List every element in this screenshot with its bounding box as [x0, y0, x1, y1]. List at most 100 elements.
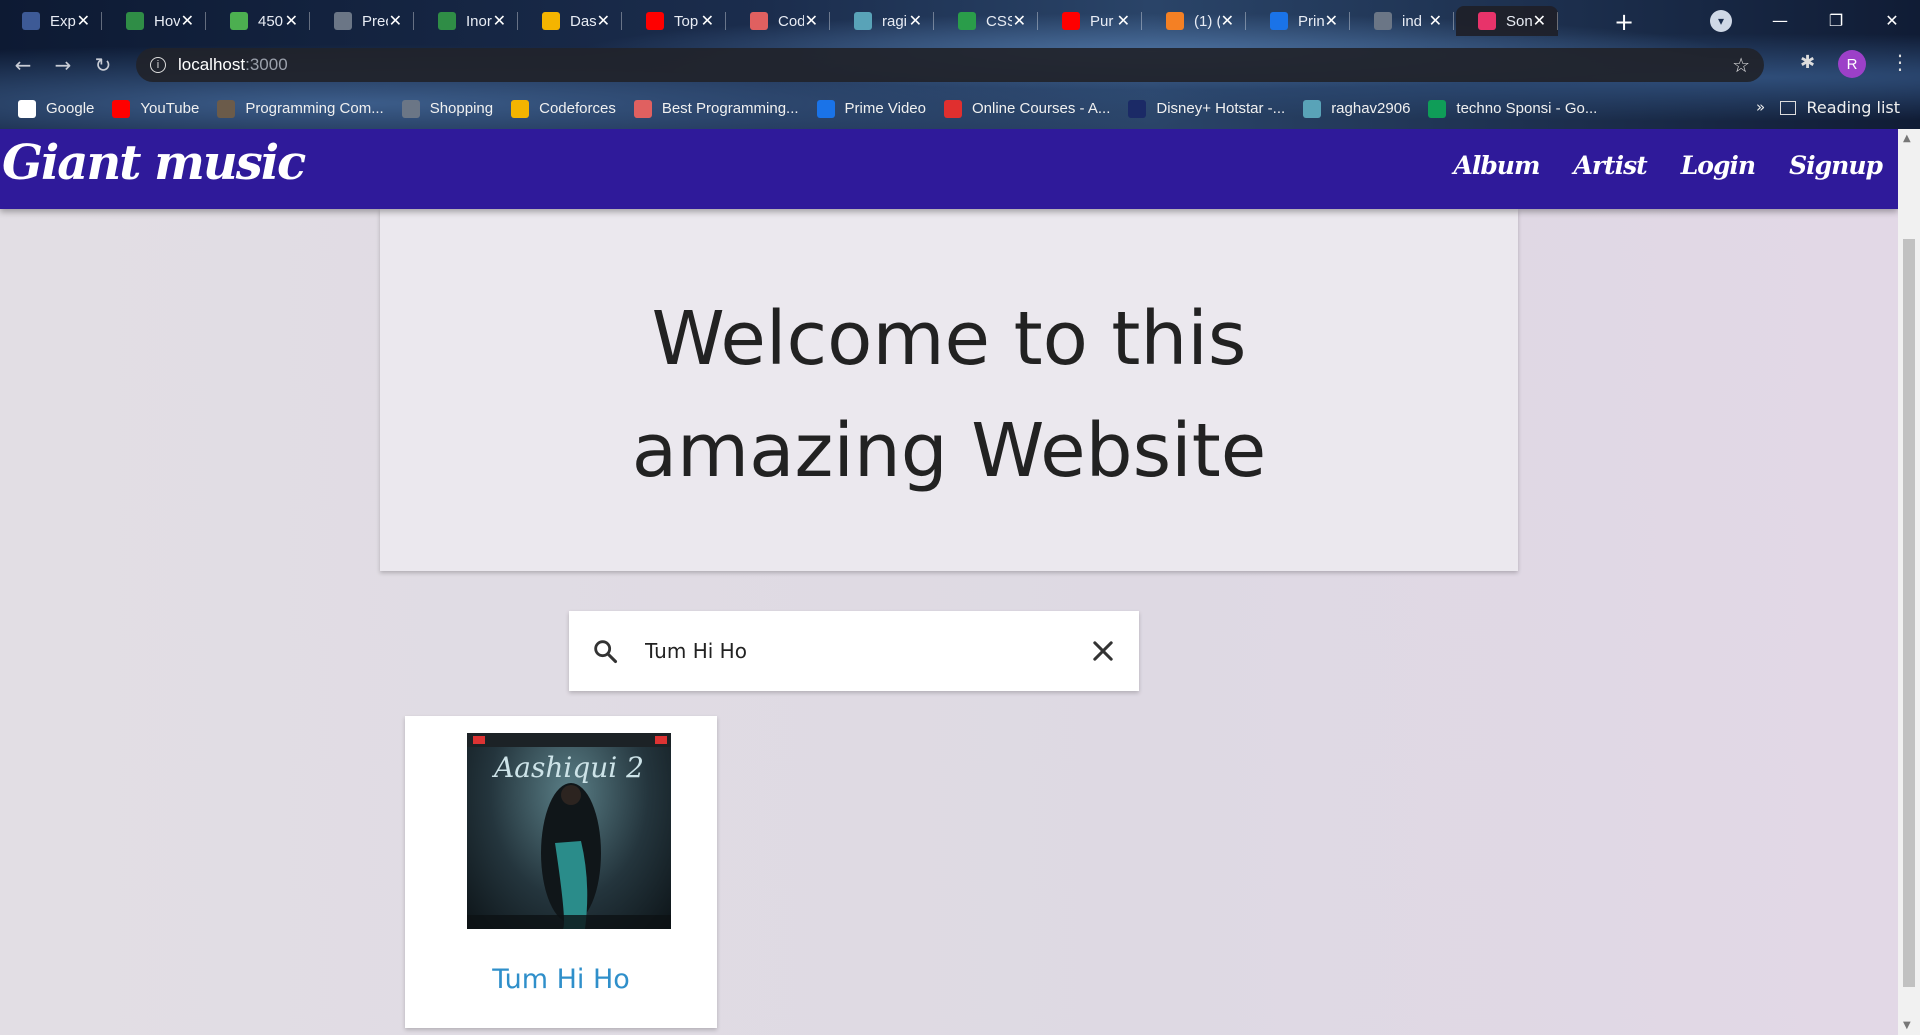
youtube-icon — [112, 99, 131, 118]
site-info-icon[interactable]: i — [150, 57, 166, 73]
close-tab-icon[interactable]: ✕ — [805, 11, 818, 31]
nav-signup[interactable]: Signup — [1789, 151, 1883, 180]
browser-tab[interactable]: Hov ✕ — [104, 6, 206, 36]
bookmark-item[interactable]: Prime Video — [816, 99, 926, 118]
bookmark-item[interactable]: Online Courses - A... — [943, 99, 1110, 118]
nav-login[interactable]: Login — [1681, 151, 1756, 180]
reload-button[interactable]: ↻ — [86, 48, 120, 82]
hero-title: Welcome to this amazing Website — [631, 296, 1267, 494]
profile-avatar[interactable]: R — [1838, 50, 1866, 78]
browser-tab[interactable]: Son ✕ — [1456, 6, 1558, 36]
tab-search-icon[interactable]: ▾ — [1710, 10, 1732, 32]
search-input[interactable] — [645, 633, 1045, 669]
globe-icon — [334, 12, 352, 30]
close-tab-icon[interactable]: ✕ — [909, 11, 922, 31]
nav-album[interactable]: Album — [1453, 151, 1540, 180]
bookmark-item[interactable]: Shopping — [401, 99, 493, 118]
stack-icon — [1166, 12, 1184, 30]
bookmark-item[interactable]: Disney+ Hotstar -... — [1128, 99, 1285, 118]
four-icon — [230, 12, 248, 30]
scroll-thumb[interactable] — [1903, 239, 1915, 987]
browser-tab[interactable]: 450 ✕ — [208, 6, 310, 36]
browser-tab[interactable]: (1) (✕ — [1144, 6, 1246, 36]
close-tab-icon[interactable]: ✕ — [285, 11, 298, 31]
browser-tab[interactable]: Prin ✕ — [1248, 6, 1350, 36]
bookmark-label: techno Sponsi - Go... — [1456, 100, 1598, 117]
brand-logo[interactable]: Giant music — [2, 135, 306, 191]
globe-icon — [401, 99, 420, 118]
browser-tab[interactable]: Prec✕ — [312, 6, 414, 36]
close-tab-icon[interactable]: ✕ — [1013, 11, 1026, 31]
bookmark-label: Programming Com... — [245, 100, 384, 117]
profile-image-icon — [854, 12, 872, 30]
tab-title: Das — [570, 12, 596, 30]
bookmark-item[interactable]: Programming Com... — [217, 99, 384, 118]
close-tab-icon[interactable]: ✕ — [77, 11, 90, 31]
bookmarks-overflow-button[interactable]: » — [1756, 98, 1765, 116]
close-tab-icon[interactable]: ✕ — [1533, 11, 1546, 31]
close-tab-icon[interactable]: ✕ — [181, 11, 194, 31]
browser-tab[interactable]: Inor ✕ — [416, 6, 518, 36]
scroll-up-arrow-icon[interactable]: ▲ — [1903, 133, 1911, 144]
close-tab-icon[interactable]: ✕ — [389, 11, 402, 31]
new-tab-button[interactable]: + — [1614, 8, 1634, 36]
bookmark-item[interactable]: raghav2906 — [1303, 99, 1410, 118]
url-host: localhost — [178, 55, 246, 74]
browser-tab[interactable]: ind ✕ — [1352, 6, 1454, 36]
browser-tab[interactable]: Das ✕ — [520, 6, 622, 36]
song-result-card[interactable]: Aashiqui 2 Tum Hi Ho — [405, 716, 717, 1028]
browser-tab[interactable]: Pur ✕ — [1040, 6, 1142, 36]
bookmark-item[interactable]: Best Programming... — [633, 99, 799, 118]
close-tab-icon[interactable]: ✕ — [1429, 11, 1442, 31]
browser-tab[interactable]: Cod ✕ — [728, 6, 830, 36]
globe-icon — [1374, 12, 1392, 30]
close-tab-icon[interactable]: ✕ — [1325, 11, 1338, 31]
youtube-icon — [646, 12, 664, 30]
youtube-icon — [1062, 12, 1080, 30]
tab-title: Inor — [466, 12, 492, 30]
back-button[interactable]: ← — [6, 48, 40, 82]
restore-button[interactable]: ❐ — [1808, 0, 1864, 40]
scroll-down-arrow-icon[interactable]: ▼ — [1903, 1020, 1911, 1031]
bookmark-star-icon[interactable]: ☆ — [1732, 53, 1750, 78]
close-window-button[interactable]: ✕ — [1864, 0, 1920, 40]
reading-list-button[interactable]: Reading list — [1780, 98, 1900, 117]
tab-title: Cod — [778, 12, 804, 30]
bookmark-item[interactable]: Google — [18, 99, 94, 118]
browser-tab[interactable]: Top ✕ — [624, 6, 726, 36]
hotstar-icon — [1128, 99, 1147, 118]
close-icon[interactable] — [1089, 637, 1117, 665]
browser-tab[interactable]: Exp ✕ — [0, 6, 102, 36]
browser-menu-icon[interactable]: ⋮ — [1890, 50, 1910, 74]
bookmark-label: Prime Video — [844, 100, 926, 117]
address-bar[interactable]: i localhost:3000 ☆ — [136, 48, 1764, 82]
close-tab-icon[interactable]: ✕ — [701, 11, 714, 31]
bookmark-item[interactable]: YouTube — [112, 99, 199, 118]
album-cover-image[interactable]: Aashiqui 2 — [467, 733, 671, 929]
gfg-icon — [438, 12, 456, 30]
extensions-puzzle-icon[interactable]: ✱ — [1800, 52, 1815, 73]
song-search-bar — [569, 611, 1139, 691]
close-tab-icon[interactable]: ✕ — [597, 11, 610, 31]
close-tab-icon[interactable]: ✕ — [1117, 11, 1130, 31]
bookmark-item[interactable]: Codeforces — [511, 99, 616, 118]
minimize-button[interactable]: — — [1752, 0, 1808, 40]
profile-image-icon — [1303, 99, 1322, 118]
browser-tab[interactable]: CSS ✕ — [936, 6, 1038, 36]
tab-title: Exp — [50, 12, 76, 30]
udemy-icon — [943, 99, 962, 118]
page-viewport: Giant music Album Artist Login Signup We… — [0, 129, 1898, 1035]
album-cover-art: Aashiqui 2 — [467, 733, 671, 929]
reading-list-icon — [1780, 100, 1797, 115]
bookmark-item[interactable]: techno Sponsi - Go... — [1428, 99, 1598, 118]
close-tab-icon[interactable]: ✕ — [493, 11, 506, 31]
cube-icon — [633, 99, 652, 118]
close-tab-icon[interactable]: ✕ — [1221, 11, 1234, 31]
w-icon — [958, 12, 976, 30]
forward-button[interactable]: → — [46, 48, 80, 82]
page-scrollbar[interactable]: ▲ ▼ — [1898, 129, 1920, 1035]
nav-artist[interactable]: Artist — [1573, 151, 1647, 180]
song-title-link[interactable]: Tum Hi Ho — [405, 964, 717, 995]
browser-tab[interactable]: ragi ✕ — [832, 6, 934, 36]
bookmark-label: Best Programming... — [661, 100, 799, 117]
